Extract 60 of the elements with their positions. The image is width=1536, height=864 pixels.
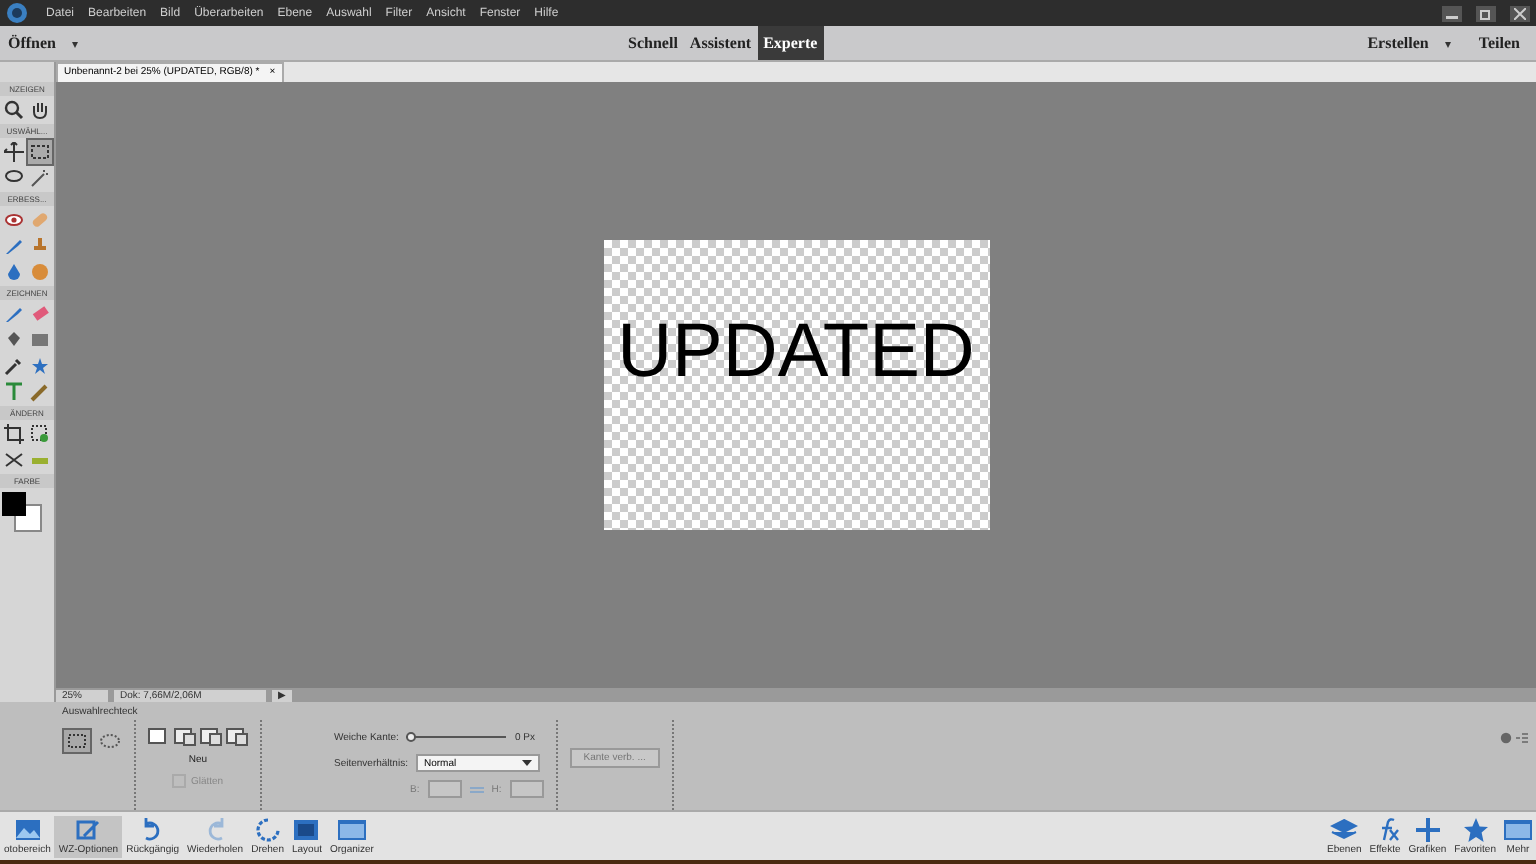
dropper-tool-icon bbox=[4, 356, 24, 376]
width-field[interactable] bbox=[427, 780, 462, 798]
crop-tool-icon bbox=[4, 424, 24, 444]
tool-button[interactable] bbox=[2, 98, 26, 122]
bandage-tool-icon bbox=[30, 210, 50, 230]
eraser-tool-icon bbox=[30, 304, 50, 324]
mode-tab[interactable]: Schnell bbox=[622, 26, 684, 60]
move-tool-icon bbox=[4, 142, 24, 162]
drop-tool-icon bbox=[4, 262, 24, 282]
height-field[interactable] bbox=[509, 780, 544, 798]
selection-mode-icon[interactable] bbox=[226, 728, 248, 746]
zoom-tool-icon bbox=[4, 100, 24, 120]
scissors-tool-icon bbox=[4, 450, 24, 470]
stamp-tool-icon bbox=[30, 236, 50, 256]
tool-button[interactable] bbox=[28, 140, 52, 164]
pencil-tool-icon bbox=[30, 382, 50, 402]
open-button[interactable]: Öffnen bbox=[8, 34, 56, 52]
wand-tool-icon bbox=[30, 168, 50, 188]
share-button[interactable]: Teilen bbox=[1478, 34, 1520, 52]
tool-button[interactable] bbox=[2, 140, 26, 164]
image-text: UPDATED bbox=[617, 310, 975, 396]
selection-mode-icon[interactable] bbox=[200, 728, 222, 746]
layers-icon bbox=[1330, 817, 1359, 841]
tool-button[interactable] bbox=[2, 354, 26, 378]
brush-tool-icon bbox=[4, 304, 24, 324]
hand-tool-icon bbox=[30, 100, 50, 120]
mode-tab[interactable]: Assistent bbox=[683, 26, 758, 60]
close-button[interactable] bbox=[1510, 5, 1530, 21]
star-icon bbox=[1461, 817, 1490, 841]
dropdown-caret-icon bbox=[521, 760, 532, 766]
selection-mode-icon[interactable] bbox=[174, 728, 196, 746]
restore-button[interactable] bbox=[1476, 5, 1496, 21]
photo-icon bbox=[13, 817, 42, 841]
text-tool-icon bbox=[4, 382, 24, 402]
tool-button[interactable] bbox=[2, 448, 26, 472]
eye-tool-icon bbox=[4, 210, 24, 230]
close-icon bbox=[1514, 7, 1526, 19]
lasso-tool-icon bbox=[4, 168, 24, 188]
restore-icon bbox=[1480, 7, 1492, 19]
shape-tool-icon bbox=[30, 356, 50, 376]
tool-button[interactable] bbox=[28, 166, 52, 190]
marquee-tool-icon bbox=[30, 142, 50, 162]
tool-button[interactable] bbox=[2, 208, 26, 232]
create-button[interactable]: Erstellen bbox=[1367, 34, 1429, 52]
selection-mode-icon[interactable] bbox=[148, 728, 170, 746]
mode-tab[interactable]: Experte bbox=[757, 26, 824, 60]
ellipse-select-button[interactable] bbox=[96, 730, 122, 752]
help-icon[interactable] bbox=[1500, 732, 1528, 744]
rectangle-select-button[interactable] bbox=[62, 728, 92, 754]
color-swatches[interactable] bbox=[2, 492, 46, 532]
feather-slider-thumb[interactable] bbox=[406, 732, 417, 742]
plus-icon bbox=[1413, 817, 1442, 841]
tool-button[interactable] bbox=[2, 422, 26, 446]
brush-tool-icon bbox=[4, 236, 24, 256]
app-logo-icon bbox=[6, 2, 28, 24]
options-icon bbox=[74, 817, 103, 841]
minimize-button[interactable] bbox=[1442, 5, 1462, 21]
feather-slider[interactable] bbox=[406, 732, 507, 742]
rotate-icon bbox=[253, 817, 282, 841]
tool-button[interactable] bbox=[28, 98, 52, 122]
